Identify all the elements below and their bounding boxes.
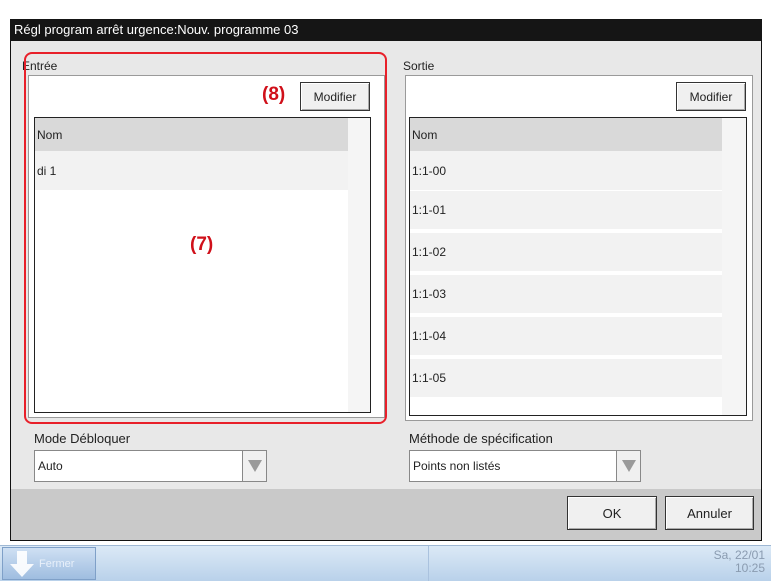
- unlock-mode-dropdown-button[interactable]: [242, 451, 266, 481]
- taskbar-clock: Sa, 22/01 10:25: [685, 549, 765, 575]
- taskbar-left-label: Fermer: [39, 557, 75, 570]
- window-title: Régl program arrêt urgence:Nouv. program…: [14, 22, 299, 37]
- cancel-button[interactable]: Annuler: [665, 496, 754, 530]
- down-arrow-icon: [10, 550, 34, 577]
- output-list-scrollbar[interactable]: [722, 118, 746, 415]
- output-modify-button[interactable]: Modifier: [676, 82, 746, 111]
- list-item[interactable]: 1:1-05: [410, 358, 722, 397]
- ok-button[interactable]: OK: [567, 496, 657, 530]
- spec-method-dropdown-button[interactable]: [616, 451, 640, 481]
- triangle-down-icon: [247, 460, 262, 472]
- list-item[interactable]: 1:1-00: [410, 151, 722, 190]
- taskbar-time: 10:25: [734, 561, 765, 575]
- list-item[interactable]: 1:1-01: [410, 190, 722, 229]
- unlock-mode-select[interactable]: Auto: [34, 450, 267, 482]
- taskbar: [0, 545, 771, 581]
- list-item[interactable]: 1:1-04: [410, 316, 722, 355]
- taskbar-left-button[interactable]: Fermer: [2, 547, 96, 580]
- unlock-mode-label: Mode Débloquer: [34, 431, 131, 446]
- annotation-button-marker: (8): [262, 84, 286, 105]
- output-list: Nom 1:1-00 1:1-01 1:1-02 1:1-03 1:1-04 1…: [409, 117, 747, 416]
- annotation-list-marker: (7): [190, 234, 214, 255]
- unlock-mode-value: Auto: [38, 459, 63, 473]
- output-panel-label: Sortie: [403, 59, 435, 73]
- triangle-down-icon: [621, 460, 636, 472]
- spec-method-label: Méthode de spécification: [409, 431, 553, 446]
- output-list-header: Nom: [410, 118, 722, 151]
- spec-method-value: Points non listés: [413, 459, 501, 473]
- list-item[interactable]: 1:1-02: [410, 232, 722, 271]
- taskbar-divider: [428, 546, 429, 581]
- spec-method-select[interactable]: Points non listés: [409, 450, 641, 482]
- list-item[interactable]: 1:1-03: [410, 274, 722, 313]
